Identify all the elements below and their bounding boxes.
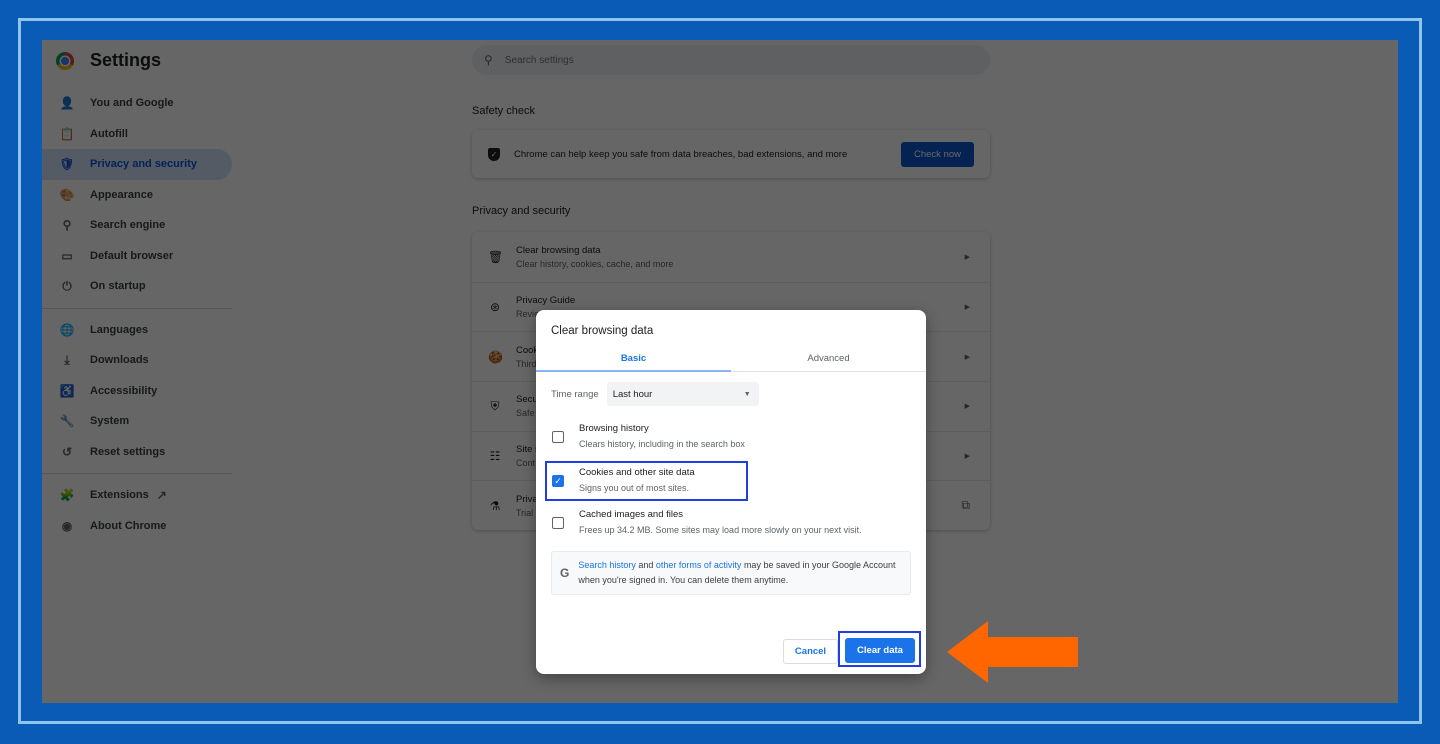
clear-data-button[interactable]: Clear data <box>845 638 915 663</box>
google-note-text: Search history and other forms of activi… <box>578 558 902 588</box>
time-range-select[interactable]: Last hour ▼ <box>606 382 759 406</box>
option-title: Browsing history <box>579 423 649 434</box>
time-range-value: Last hour <box>612 388 653 400</box>
chevron-down-icon: ▼ <box>743 390 751 398</box>
dialog-tabs: Basic Advanced <box>536 348 926 372</box>
tab-advanced[interactable]: Advanced <box>731 348 926 371</box>
cancel-button[interactable]: Cancel <box>783 639 838 664</box>
cookies-highlight-box <box>545 461 748 501</box>
time-range-row: Time range Last hour ▼ <box>551 382 759 406</box>
option-subtitle: Clears history, including in the search … <box>579 439 745 449</box>
clear-browsing-data-dialog: Clear browsing data Basic Advanced Time … <box>536 310 926 674</box>
option-browsing-history[interactable]: Browsing history Clears history, includin… <box>551 423 745 449</box>
tab-basic[interactable]: Basic <box>536 348 731 372</box>
time-range-label: Time range <box>551 388 599 400</box>
search-history-link[interactable]: Search history <box>578 560 636 570</box>
other-activity-link[interactable]: other forms of activity <box>656 560 742 570</box>
google-account-note: G Search history and other forms of acti… <box>551 551 911 595</box>
option-title: Cached images and files <box>579 509 684 520</box>
browser-screen: Settings 👤You and Google 📋Autofill 🛡Priv… <box>42 40 1398 703</box>
dialog-title: Clear browsing data <box>551 325 654 337</box>
google-g-icon: G <box>560 566 570 580</box>
option-subtitle: Frees up 34.2 MB. Some sites may load mo… <box>579 525 862 535</box>
option-cached-images[interactable]: Cached images and files Frees up 34.2 MB.… <box>551 509 862 535</box>
note-text: and <box>635 560 656 570</box>
pointer-arrow-shape <box>947 621 1078 683</box>
browsing-history-checkbox[interactable] <box>552 431 564 443</box>
cached-images-checkbox[interactable] <box>552 517 564 529</box>
pointer-arrow-icon <box>947 621 1078 683</box>
